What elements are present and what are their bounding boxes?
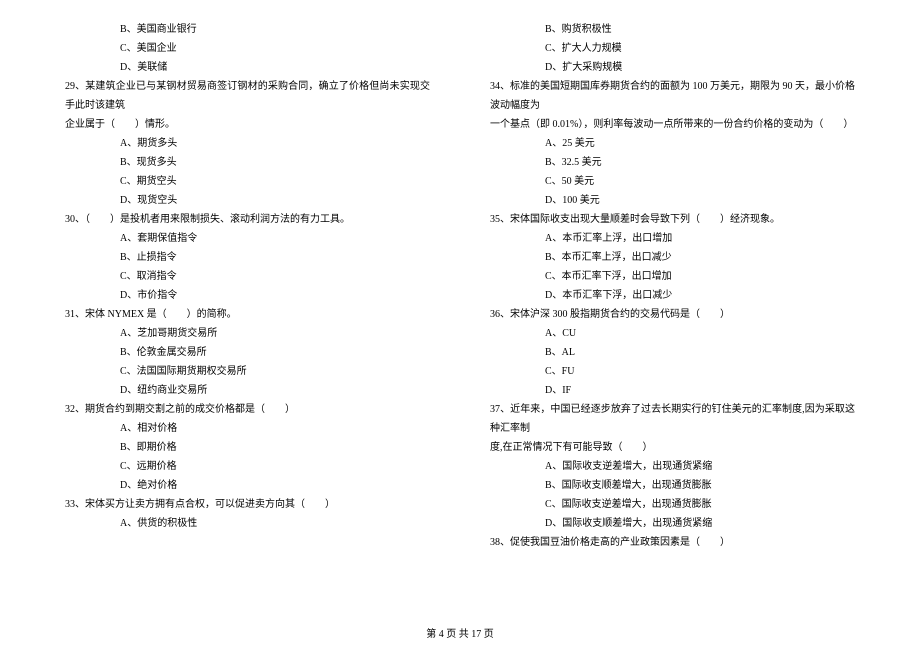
option-line: C、法国国际期货期权交易所: [65, 362, 430, 381]
option-line: D、100 美元: [490, 191, 855, 210]
option-line: A、供货的积极性: [65, 514, 430, 533]
option-line: B、AL: [490, 343, 855, 362]
question-34-stem-2: 一个基点（即 0.01%），则利率每波动一点所带来的一份合约价格的变动为（ ）: [490, 115, 855, 134]
option-line: C、期货空头: [65, 172, 430, 191]
option-line: D、扩大采购规模: [490, 58, 855, 77]
option-line: B、伦敦金属交易所: [65, 343, 430, 362]
option-line: A、期货多头: [65, 134, 430, 153]
option-line: D、纽约商业交易所: [65, 381, 430, 400]
option-line: A、25 美元: [490, 134, 855, 153]
option-line: B、购货积极性: [490, 20, 855, 39]
option-line: A、芝加哥期货交易所: [65, 324, 430, 343]
question-32-stem: 32、期货合约到期交割之前的成交价格都是（ ）: [65, 400, 430, 419]
option-line: D、现货空头: [65, 191, 430, 210]
question-29-stem-1: 29、某建筑企业已与某钢材贸易商签订钢材的采购合同，确立了价格但尚未实现交手此时…: [65, 77, 430, 115]
question-36-stem: 36、宋体沪深 300 股指期货合约的交易代码是（ ）: [490, 305, 855, 324]
option-line: C、取消指令: [65, 267, 430, 286]
option-line: D、国际收支顺差增大，出现通货紧缩: [490, 514, 855, 533]
option-line: A、本币汇率上浮，出口增加: [490, 229, 855, 248]
right-column: B、购货积极性 C、扩大人力规模 D、扩大采购规模 34、标准的美国短期国库券期…: [460, 20, 870, 590]
question-30-stem: 30、（ ）是投机者用来限制损失、滚动利润方法的有力工具。: [65, 210, 430, 229]
option-line: C、远期价格: [65, 457, 430, 476]
option-line: D、美联储: [65, 58, 430, 77]
option-line: A、国际收支逆差增大，出现通货紧缩: [490, 457, 855, 476]
left-column: B、美国商业银行 C、美国企业 D、美联储 29、某建筑企业已与某钢材贸易商签订…: [50, 20, 460, 590]
option-line: B、止损指令: [65, 248, 430, 267]
option-line: C、FU: [490, 362, 855, 381]
option-line: C、本币汇率下浮，出口增加: [490, 267, 855, 286]
option-line: B、即期价格: [65, 438, 430, 457]
option-line: C、扩大人力规模: [490, 39, 855, 58]
page-footer: 第 4 页 共 17 页: [0, 627, 920, 642]
option-line: B、现货多头: [65, 153, 430, 172]
question-31-stem: 31、宋体 NYMEX 是（ ）的简称。: [65, 305, 430, 324]
option-line: D、市价指令: [65, 286, 430, 305]
option-line: B、美国商业银行: [65, 20, 430, 39]
question-37-stem-1: 37、近年来，中国已经逐步放弃了过去长期实行的钉住美元的汇率制度,因为采取这种汇…: [490, 400, 855, 438]
option-line: C、美国企业: [65, 39, 430, 58]
option-line: A、CU: [490, 324, 855, 343]
option-line: D、本币汇率下浮，出口减少: [490, 286, 855, 305]
question-33-stem: 33、宋体买方让卖方拥有点合权，可以促进卖方向其（ ）: [65, 495, 430, 514]
page-container: B、美国商业银行 C、美国企业 D、美联储 29、某建筑企业已与某钢材贸易商签订…: [0, 0, 920, 620]
question-38-stem: 38、促使我国豆油价格走高的产业政策因素是（ ）: [490, 533, 855, 552]
option-line: C、50 美元: [490, 172, 855, 191]
option-line: C、国际收支逆差增大，出现通货膨胀: [490, 495, 855, 514]
option-line: B、国际收支顺差增大，出现通货膨胀: [490, 476, 855, 495]
option-line: B、本币汇率上浮，出口减少: [490, 248, 855, 267]
question-29-stem-2: 企业属于（ ）情形。: [65, 115, 430, 134]
option-line: D、IF: [490, 381, 855, 400]
option-line: D、绝对价格: [65, 476, 430, 495]
option-line: A、套期保值指令: [65, 229, 430, 248]
option-line: A、相对价格: [65, 419, 430, 438]
question-35-stem: 35、宋体国际收支出现大量顺差时会导致下列（ ）经济现象。: [490, 210, 855, 229]
option-line: B、32.5 美元: [490, 153, 855, 172]
question-37-stem-2: 度,在正常情况下有可能导致（ ）: [490, 438, 855, 457]
question-34-stem-1: 34、标准的美国短期国库券期货合约的面额为 100 万美元，期限为 90 天，最…: [490, 77, 855, 115]
